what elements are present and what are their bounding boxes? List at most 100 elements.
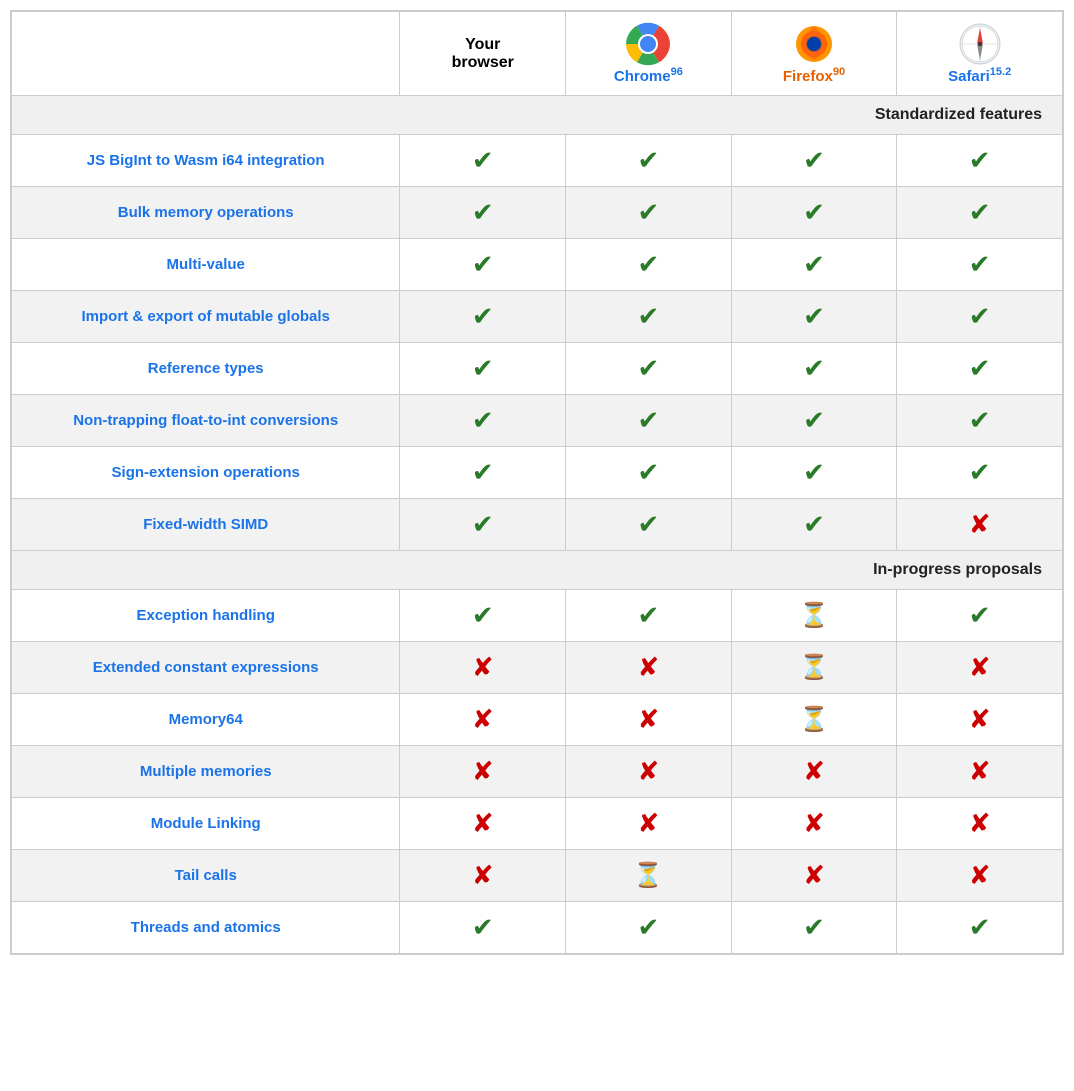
feature-name-cell: Non-trapping float-to-int conversions	[12, 395, 400, 447]
feature-name-cell: Threads and atomics	[12, 902, 400, 954]
feature-name-cell: Multiple memories	[12, 746, 400, 798]
section-title-0: Standardized features	[12, 96, 1063, 135]
check-icon: ✔	[969, 457, 991, 487]
support-cell-3: ✔	[897, 902, 1063, 954]
section-title-1: In-progress proposals	[12, 551, 1063, 590]
support-cell-0: ✔	[400, 590, 566, 642]
section-header-0: Standardized features	[12, 96, 1063, 135]
feature-name-cell: JS BigInt to Wasm i64 integration	[12, 135, 400, 187]
support-cell-1: ✔	[566, 447, 732, 499]
check-icon: ✔	[969, 353, 991, 383]
table-row: Tail calls ✘⏳✘✘	[12, 850, 1063, 902]
support-cell-1: ✔	[566, 499, 732, 551]
feature-name-cell: Memory64	[12, 694, 400, 746]
feature-name-cell: Tail calls	[12, 850, 400, 902]
support-cell-0: ✔	[400, 343, 566, 395]
section-header-1: In-progress proposals	[12, 551, 1063, 590]
support-cell-2: ✔	[731, 291, 897, 343]
cross-icon: ✘	[803, 808, 825, 838]
support-cell-1: ✘	[566, 746, 732, 798]
hourglass-icon: ⏳	[799, 602, 829, 629]
cross-icon: ✘	[637, 808, 659, 838]
hourglass-icon: ⏳	[799, 706, 829, 733]
your-browser-label: Your browser	[452, 36, 514, 71]
feature-name: Threads and atomics	[131, 919, 281, 936]
feature-name: Non-trapping float-to-int conversions	[73, 412, 338, 429]
support-cell-2: ✔	[731, 395, 897, 447]
support-cell-2: ✔	[731, 902, 897, 954]
table-row: JS BigInt to Wasm i64 integration ✔✔✔✔	[12, 135, 1063, 187]
feature-name: Module Linking	[151, 815, 261, 832]
support-cell-1: ⏳	[566, 850, 732, 902]
chrome-header: Chrome96	[566, 12, 732, 96]
safari-icon-wrapper: Safari15.2	[905, 22, 1054, 85]
check-icon: ✔	[637, 405, 659, 435]
feature-name: Sign-extension operations	[112, 464, 300, 481]
feature-name-cell: Reference types	[12, 343, 400, 395]
chrome-name: Chrome96	[614, 66, 683, 85]
support-cell-0: ✔	[400, 395, 566, 447]
check-icon: ✔	[637, 197, 659, 227]
check-icon: ✔	[969, 197, 991, 227]
feature-name: Extended constant expressions	[93, 659, 319, 676]
feature-name-cell: Module Linking	[12, 798, 400, 850]
check-icon: ✔	[803, 912, 825, 942]
feature-name-cell: Extended constant expressions	[12, 642, 400, 694]
firefox-header: Firefox90	[731, 12, 897, 96]
support-cell-3: ✔	[897, 239, 1063, 291]
chrome-version: 96	[671, 66, 683, 78]
feature-name-cell: Sign-extension operations	[12, 447, 400, 499]
feature-name-cell: Fixed-width SIMD	[12, 499, 400, 551]
check-icon: ✔	[803, 405, 825, 435]
feature-name: Fixed-width SIMD	[143, 516, 268, 533]
support-cell-1: ✔	[566, 590, 732, 642]
support-cell-2: ✔	[731, 187, 897, 239]
feature-name: JS BigInt to Wasm i64 integration	[87, 152, 325, 169]
chrome-icon-wrapper: Chrome96	[574, 22, 723, 85]
support-cell-3: ✔	[897, 291, 1063, 343]
check-icon: ✔	[969, 405, 991, 435]
support-cell-2: ✘	[731, 798, 897, 850]
support-cell-2: ⏳	[731, 642, 897, 694]
support-cell-0: ✔	[400, 499, 566, 551]
table-row: Non-trapping float-to-int conversions ✔ ✔…	[12, 395, 1063, 447]
support-cell-1: ✔	[566, 135, 732, 187]
check-icon: ✔	[969, 301, 991, 331]
support-cell-2: ✔	[731, 343, 897, 395]
check-icon: ✔	[637, 301, 659, 331]
support-cell-3: ✘	[897, 850, 1063, 902]
cross-icon: ✘	[969, 808, 991, 838]
support-cell-3: ✘	[897, 694, 1063, 746]
check-icon: ✔	[637, 353, 659, 383]
safari-name: Safari15.2	[948, 66, 1011, 85]
check-icon: ✔	[472, 197, 494, 227]
compatibility-table-wrapper: Your browser	[10, 10, 1064, 955]
support-cell-2: ✘	[731, 850, 897, 902]
check-icon: ✔	[472, 509, 494, 539]
check-icon: ✔	[637, 600, 659, 630]
cross-icon: ✘	[472, 704, 494, 734]
support-cell-2: ⏳	[731, 694, 897, 746]
support-cell-3: ✘	[897, 642, 1063, 694]
cross-icon: ✘	[969, 756, 991, 786]
support-cell-2: ✘	[731, 746, 897, 798]
feature-column-header	[12, 12, 400, 96]
support-cell-3: ✔	[897, 187, 1063, 239]
table-row: Exception handling ✔✔⏳✔	[12, 590, 1063, 642]
feature-name: Memory64	[169, 711, 243, 728]
firefox-version: 90	[833, 66, 845, 78]
cross-icon: ✘	[969, 704, 991, 734]
support-cell-3: ✘	[897, 499, 1063, 551]
feature-name-cell: Import & export of mutable globals	[12, 291, 400, 343]
check-icon: ✔	[472, 145, 494, 175]
support-cell-1: ✔	[566, 239, 732, 291]
support-cell-3: ✔	[897, 395, 1063, 447]
firefox-name: Firefox90	[783, 66, 845, 85]
safari-version: 15.2	[990, 66, 1011, 78]
support-cell-3: ✔	[897, 135, 1063, 187]
support-cell-0: ✘	[400, 694, 566, 746]
check-icon: ✔	[637, 249, 659, 279]
check-icon: ✔	[969, 145, 991, 175]
support-cell-3: ✔	[897, 447, 1063, 499]
check-icon: ✔	[472, 301, 494, 331]
